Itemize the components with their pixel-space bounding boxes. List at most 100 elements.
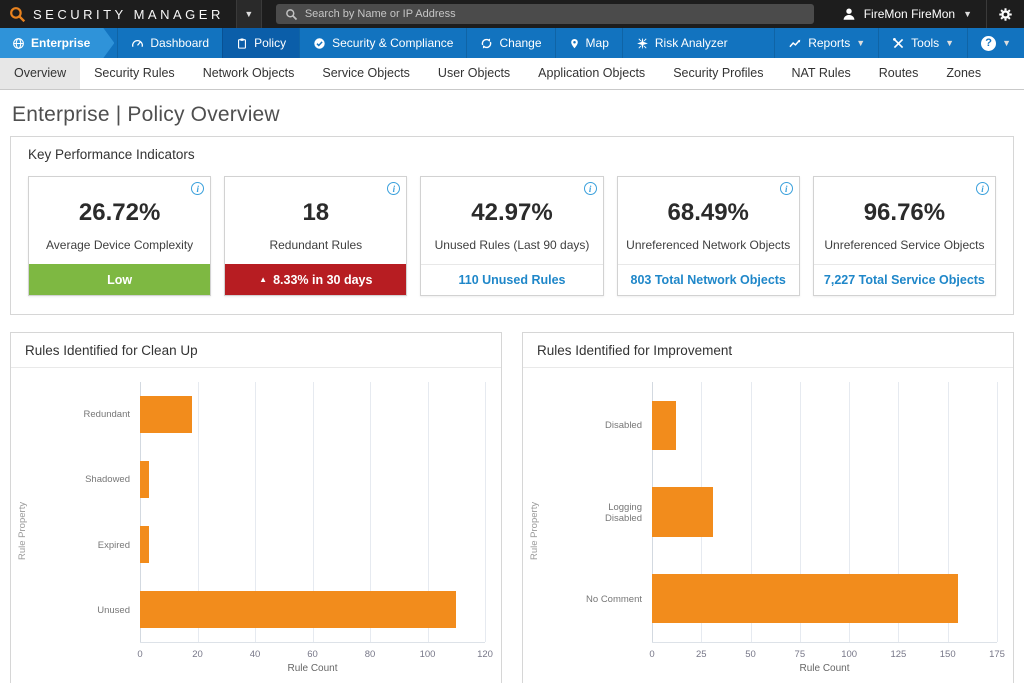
tab-application-objects[interactable]: Application Objects [524,58,659,89]
x-tick: 20 [192,649,203,660]
search-area [262,0,828,28]
kpi-value: 96.76% [864,199,945,227]
tab-nat-rules[interactable]: NAT Rules [778,58,865,89]
kpi-card: i 42.97% Unused Rules (Last 90 days) 110 Un… [420,176,603,296]
nav-item-change[interactable]: Change [466,28,554,58]
nav-item-label: Map [586,36,609,50]
x-tick: 80 [365,649,376,660]
nav-item-enterprise[interactable]: Enterprise [0,28,114,58]
y-tick: Expired [64,513,130,578]
bar-row [652,555,997,642]
gridline [997,382,998,642]
bar-logging-disabled[interactable] [652,487,713,536]
y-tick-labels: DisabledLogging DisabledNo Comment [576,382,652,679]
kpi-card: i18Redundant Rules▲8.33% in 30 days [224,176,407,296]
nav-item-security-compliance[interactable]: Security & Compliance [299,28,466,58]
tab-security-profiles[interactable]: Security Profiles [659,58,777,89]
kpi-card: i68.49%Unreferenced Network Objects803 T… [617,176,800,296]
y-tick: Disabled [576,382,642,469]
kpi-footer-link[interactable]: 110 Unused Rules [421,264,602,295]
bar-disabled[interactable] [652,401,676,450]
tab-overview[interactable]: Overview [0,58,80,89]
help-menu[interactable]: ?▼ [967,28,1024,58]
bar-row [140,577,485,642]
app-logo: SECURITY MANAGER [0,0,236,28]
x-tick: 50 [745,649,756,660]
user-menu[interactable]: FireMon FireMon ▼ [828,0,986,28]
chart-panel-improvement: Rules Identified for Improvement Rule Pr… [522,332,1014,683]
tab-bar: OverviewSecurity RulesNetwork ObjectsSer… [0,58,1024,90]
policy-icon [236,37,248,50]
nav-item-label: Dashboard [150,36,209,50]
kpi-label: Unused Rules (Last 90 days) [435,238,590,252]
kpi-cards: i26.72%Average Device ComplexityLowi18Re… [28,176,996,296]
kpi-footer-link[interactable]: 7,227 Total Service Objects [814,264,995,295]
nav-item-label: Enterprise [31,36,90,50]
kpi-footer-text: 803 Total Network Objects [631,273,786,287]
tab-service-objects[interactable]: Service Objects [308,58,424,89]
kpi-value: 42.97% [471,199,552,227]
nav-item-map[interactable]: Map [555,28,622,58]
app-title: SECURITY MANAGER [33,7,224,22]
x-axis-title: Rule Count [140,663,485,679]
bar-unused[interactable] [140,591,456,628]
tab-network-objects[interactable]: Network Objects [189,58,309,89]
tab-security-rules[interactable]: Security Rules [80,58,189,89]
bar-row [652,469,997,556]
kpi-value: 18 [302,199,329,227]
kpi-footer-link[interactable]: 803 Total Network Objects [618,264,799,295]
tab-user-objects[interactable]: User Objects [424,58,524,89]
chart-title: Rules Identified for Improvement [523,333,1013,368]
nav-item-policy[interactable]: Policy [222,28,299,58]
app-switcher-button[interactable]: ▼ [236,0,262,28]
x-tick: 125 [890,649,906,660]
risk-analyzer-icon [636,37,649,50]
topbar: SECURITY MANAGER ▼ FireMon FireMon ▼ [0,0,1024,28]
bar-no-comment[interactable] [652,574,958,623]
x-tick: 100 [420,649,436,660]
y-tick: Shadowed [64,447,130,512]
x-tick: 60 [307,649,318,660]
global-search-box[interactable] [276,4,814,24]
tab-zones[interactable]: Zones [932,58,995,89]
info-icon[interactable]: i [191,182,204,195]
search-input[interactable] [305,8,805,20]
main-nav: Enterprise Dashboard Policy Security & Comp… [0,28,1024,58]
kpi-label: Unreferenced Service Objects [824,238,984,252]
x-tick: 40 [250,649,261,660]
kpi-value: 68.49% [668,199,749,227]
info-icon[interactable]: i [584,182,597,195]
plot-area [652,382,997,643]
info-icon[interactable]: i [976,182,989,195]
kpi-footer-text: 8.33% in 30 days [273,273,372,287]
plot-area [140,382,485,643]
tools-menu[interactable]: Tools▼ [878,28,967,58]
kpi-footer-badge: Low [29,264,210,295]
globe-icon [12,37,25,50]
settings-button[interactable] [986,0,1024,28]
bar-shadowed[interactable] [140,461,149,498]
chart-title: Rules Identified for Clean Up [11,333,501,368]
chart-panel-cleanup: Rules Identified for Clean Up Rule Prope… [10,332,502,683]
nav-item-label: Reports [808,36,850,50]
y-axis-title: Rule Property [529,382,576,679]
user-icon [842,7,856,21]
nav-item-risk-analyzer[interactable]: Risk Analyzer [622,28,741,58]
map-pin-icon [569,37,580,50]
kpi-value: 26.72% [79,199,160,227]
info-icon[interactable]: i [387,182,400,195]
kpi-footer-text: 110 Unused Rules [459,273,566,287]
nav-item-dashboard[interactable]: Dashboard [117,28,222,58]
reports-menu[interactable]: Reports▼ [774,28,878,58]
y-tick: Redundant [64,382,130,447]
tab-routes[interactable]: Routes [865,58,933,89]
y-tick-labels: RedundantShadowedExpiredUnused [64,382,140,679]
reports-icon [788,37,802,50]
tools-icon [892,37,905,50]
info-icon[interactable]: i [780,182,793,195]
bar-expired[interactable] [140,526,149,563]
x-tick: 150 [940,649,956,660]
nav-item-label: Policy [254,36,286,50]
x-tick: 100 [841,649,857,660]
bar-redundant[interactable] [140,396,192,433]
